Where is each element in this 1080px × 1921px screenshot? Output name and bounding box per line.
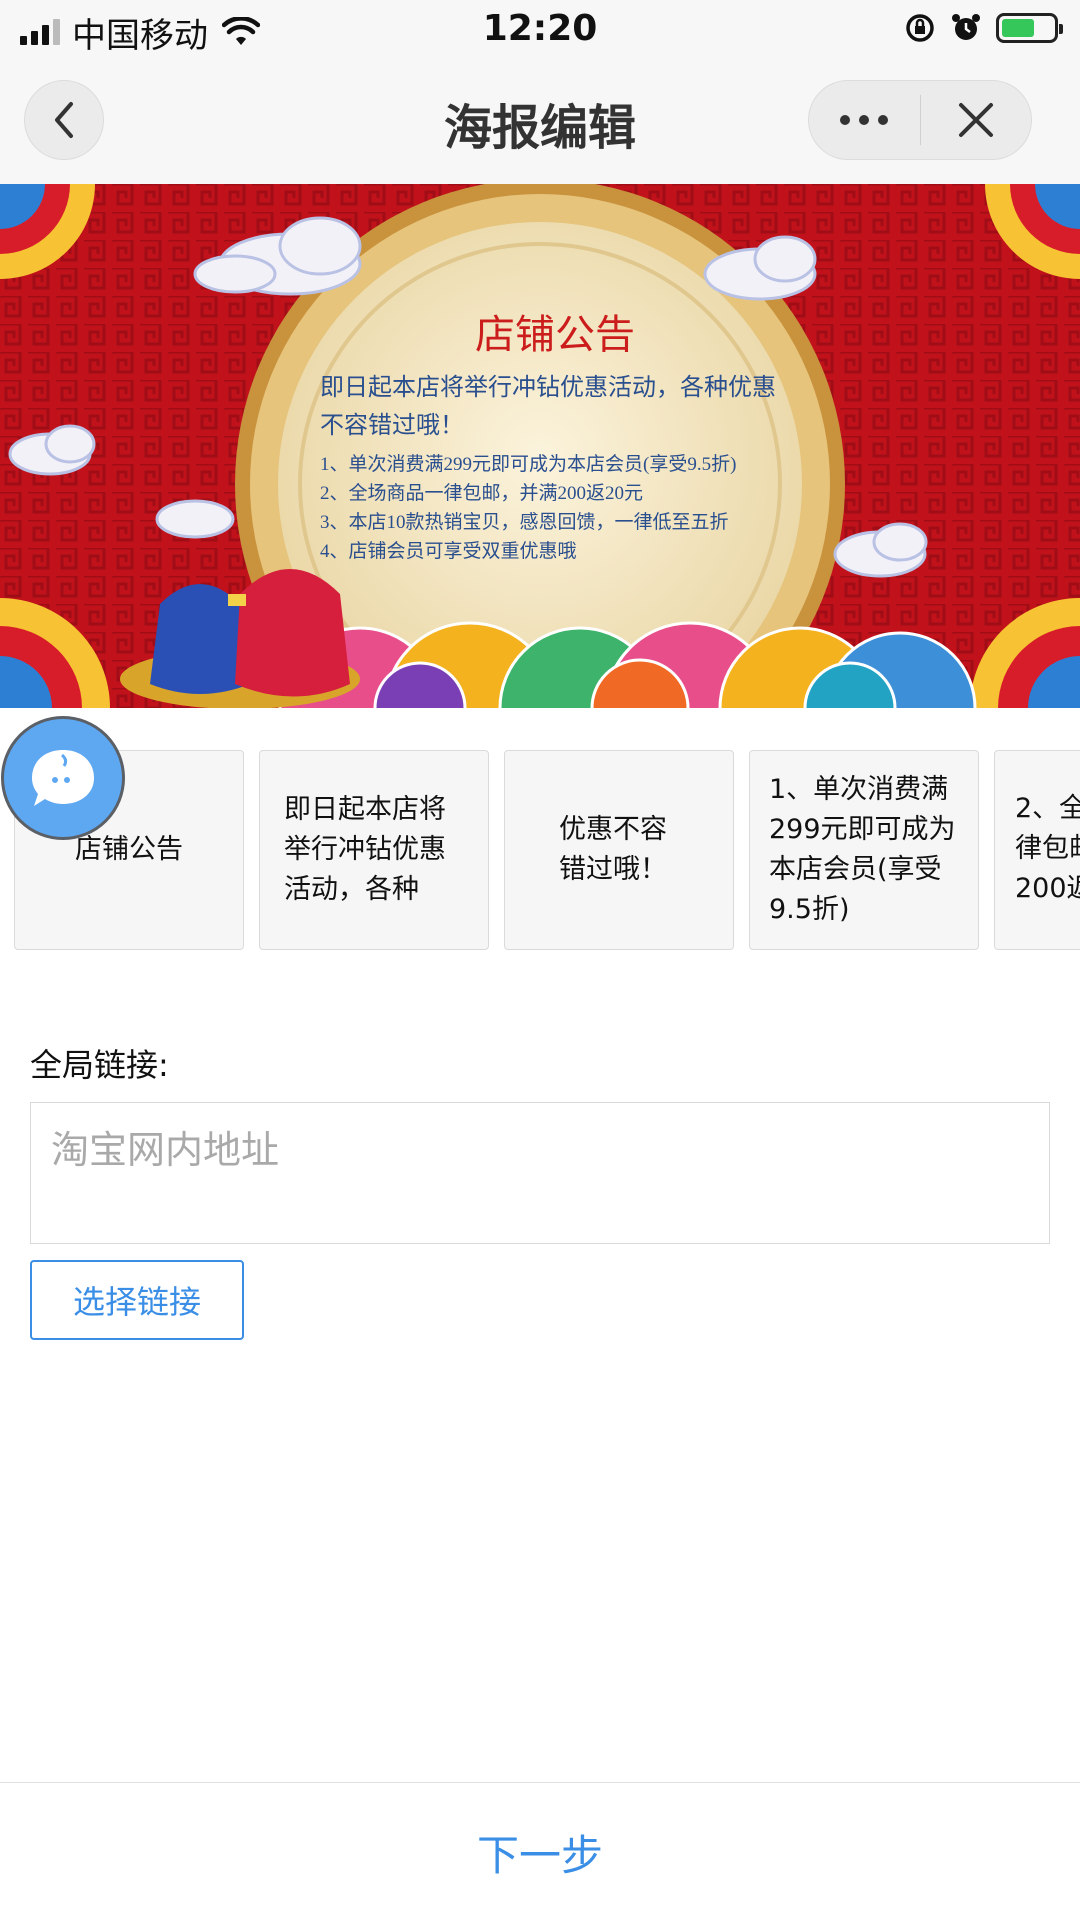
text-card-row[interactable]: 店铺公告 即日起本店将举行冲钻优惠活动，各种 优惠不容错过哦！ 1、单次消费满2…	[14, 750, 1080, 952]
floating-assistant-button[interactable]	[1, 716, 125, 840]
poster-intro: 即日起本店将举行冲钻优惠活动，各种优惠不容错过哦！	[320, 373, 776, 439]
alarm-icon	[952, 14, 980, 40]
poster-list-item: 4、店铺会员可享受双重优惠哦	[320, 541, 577, 562]
more-icon	[840, 115, 889, 125]
poster-list-item: 3、本店10款热销宝贝，感恩回馈，一律低至五折	[320, 512, 729, 533]
nav-bar: 海报编辑	[0, 64, 1080, 184]
status-bar: 中国移动 12:20	[0, 0, 1080, 64]
mini-program-capsule	[808, 80, 1032, 160]
poster-title: 店铺公告	[475, 312, 635, 358]
close-button[interactable]	[920, 80, 1031, 160]
text-card-label: 1、单次消费满299元即可成为本店会员(享受9.5折)	[769, 774, 956, 925]
next-step-button[interactable]: 下一步	[0, 1783, 1080, 1921]
status-right	[904, 12, 1063, 44]
close-icon	[958, 103, 993, 137]
rotation-lock-icon	[906, 14, 934, 42]
text-card[interactable]: 2、全场商品一律包邮，并满200返	[994, 750, 1080, 950]
more-button[interactable]	[809, 80, 920, 160]
text-card[interactable]: 优惠不容错过哦！	[504, 750, 734, 950]
poster-list: 1、单次消费满299元即可成为本店会员(享受9.5折) 2、全场商品一律包邮，并…	[320, 450, 790, 566]
link-address-input[interactable]	[30, 1102, 1050, 1244]
global-link-label: 全局链接:	[30, 1046, 169, 1084]
text-card-label: 即日起本店将举行冲钻优惠活动，各种	[284, 794, 446, 905]
poster-text-block: 店铺公告 即日起本店将举行冲钻优惠活动，各种优惠不容错过哦！ 1、单次消费满29…	[320, 302, 790, 566]
poster-list-item: 1、单次消费满299元即可成为本店会员(享受9.5折)	[320, 454, 737, 475]
poster-list-item: 2、全场商品一律包邮，并满200返20元	[320, 483, 644, 504]
text-card-label: 2、全场商品一律包邮，并满200返	[1015, 793, 1080, 904]
poster-image[interactable]: 店铺公告 即日起本店将举行冲钻优惠活动，各种优惠不容错过哦！ 1、单次消费满29…	[0, 184, 1080, 708]
text-card-label: 店铺公告	[75, 834, 183, 865]
battery-icon	[996, 13, 1063, 43]
text-card-label: 优惠不容错过哦！	[559, 814, 667, 885]
chat-bubble-icon	[32, 750, 94, 806]
text-card[interactable]: 1、单次消费满299元即可成为本店会员(享受9.5折)	[749, 750, 979, 950]
select-link-button[interactable]: 选择链接	[30, 1260, 244, 1340]
text-card[interactable]: 即日起本店将举行冲钻优惠活动，各种	[259, 750, 489, 950]
